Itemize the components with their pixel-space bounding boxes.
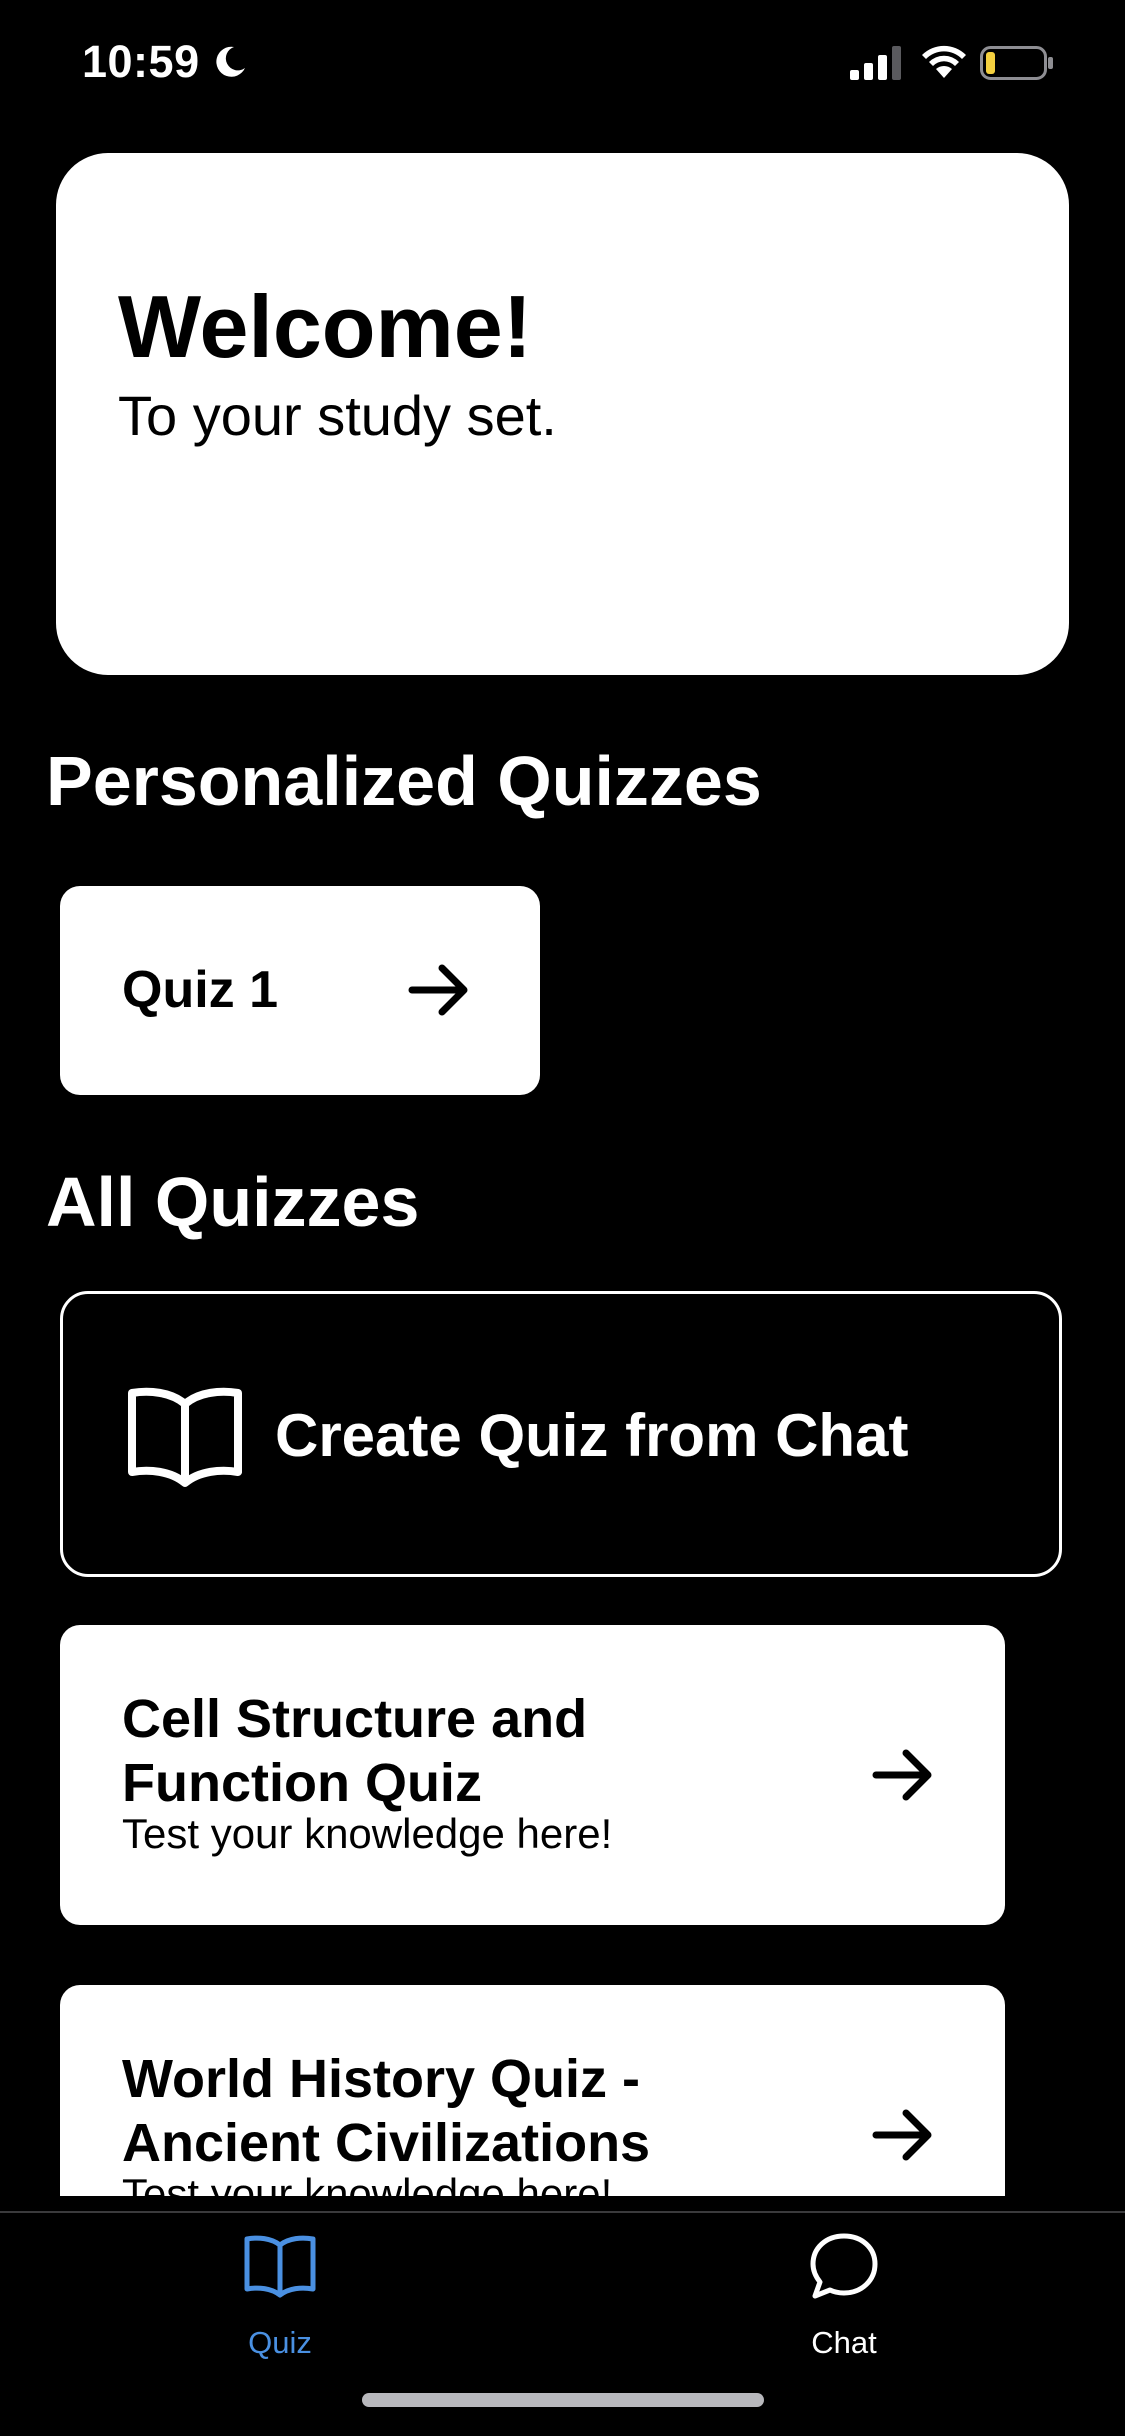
personalized-quizzes-heading: Personalized Quizzes: [46, 742, 762, 820]
arrow-right-icon: [872, 1749, 932, 1801]
welcome-title: Welcome!: [118, 277, 533, 376]
quiz-card-title: Cell Structure and Function Quiz: [122, 1689, 588, 1813]
book-icon: [244, 2235, 316, 2298]
quiz-home-scroll[interactable]: Welcome! To your study set. Personalized…: [0, 0, 1125, 2196]
arrow-right-icon: [408, 964, 468, 1016]
personalized-quiz-card[interactable]: Quiz 1: [60, 886, 540, 1095]
tab-quiz[interactable]: Quiz: [130, 2213, 430, 2373]
quiz-card-subtitle: Test your knowledge here!: [122, 1810, 613, 1857]
chat-bubble-icon: [810, 2233, 878, 2299]
quiz-card-label: Quiz 1: [122, 961, 279, 1019]
welcome-card: Welcome! To your study set.: [56, 153, 1069, 675]
quiz-card-world-history[interactable]: World History Quiz - Ancient Civilizatio…: [60, 1985, 1005, 2196]
create-quiz-label: Create Quiz from Chat: [275, 1402, 909, 1469]
create-quiz-from-chat-button[interactable]: Create Quiz from Chat: [60, 1291, 1062, 1577]
tab-label: Chat: [811, 2325, 877, 2360]
quiz-card-title: World History Quiz - Ancient Civilizatio…: [122, 2049, 651, 2173]
home-indicator: [362, 2393, 764, 2407]
arrow-right-icon: [872, 2109, 932, 2161]
tab-label: Quiz: [248, 2325, 312, 2360]
all-quizzes-heading: All Quizzes: [46, 1163, 420, 1241]
quiz-card-subtitle: Test your knowledge here!: [122, 2170, 613, 2197]
quiz-card-cell-structure[interactable]: Cell Structure and Function Quiz Test yo…: [60, 1625, 1005, 1925]
tab-chat[interactable]: Chat: [694, 2213, 994, 2373]
welcome-subtitle: To your study set.: [118, 384, 557, 447]
book-icon: [128, 1387, 242, 1487]
